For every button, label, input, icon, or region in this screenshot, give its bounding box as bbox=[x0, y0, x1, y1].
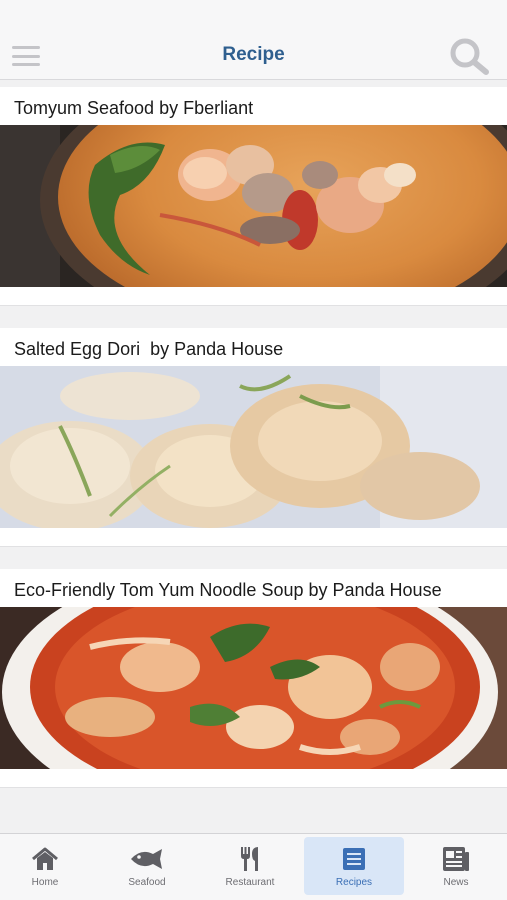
recipe-title: Tomyum Seafood by Fberliant bbox=[14, 98, 254, 118]
fish-icon bbox=[129, 845, 165, 873]
bottom-tab-bar: Home Seafood Restaurant Recipes News bbox=[0, 833, 507, 900]
recipe-title: Eco-Friendly Tom Yum Noodle Soup by Pand… bbox=[14, 580, 442, 600]
tom-yum-noodle-soup-photo[interactable] bbox=[0, 607, 507, 769]
tab-label: Restaurant bbox=[225, 877, 275, 888]
tab-home[interactable]: Home bbox=[0, 837, 95, 895]
top-nav-bar: Recipe bbox=[0, 0, 507, 80]
recipe-card[interactable]: Salted Egg Dori by Panda House bbox=[0, 328, 507, 547]
search-icon[interactable] bbox=[448, 36, 492, 76]
salted-egg-dori-photo[interactable] bbox=[0, 366, 507, 528]
tomyum-seafood-soup-photo[interactable] bbox=[0, 125, 507, 287]
tab-label: Home bbox=[31, 877, 59, 888]
recipe-title: Salted Egg Dori by Panda House bbox=[14, 339, 284, 359]
tab-label: Recipes bbox=[335, 877, 373, 888]
tab-recipes[interactable]: Recipes bbox=[304, 837, 404, 895]
recipe-feed: Tomyum Seafood by Fberliant Salted Egg D… bbox=[0, 87, 507, 788]
page-title: Recipe bbox=[222, 44, 285, 65]
tab-seafood[interactable]: Seafood bbox=[97, 837, 197, 895]
recipe-card[interactable]: Eco-Friendly Tom Yum Noodle Soup by Pand… bbox=[0, 569, 507, 788]
recipe-card[interactable]: Tomyum Seafood by Fberliant bbox=[0, 87, 507, 306]
newspaper-icon bbox=[442, 845, 470, 873]
fork-knife-icon bbox=[236, 845, 264, 873]
home-icon bbox=[30, 845, 60, 873]
tab-news[interactable]: News bbox=[406, 837, 506, 895]
tab-restaurant[interactable]: Restaurant bbox=[200, 837, 300, 895]
tab-label: News bbox=[443, 877, 469, 888]
tab-label: Seafood bbox=[128, 877, 166, 888]
list-icon bbox=[342, 845, 366, 873]
